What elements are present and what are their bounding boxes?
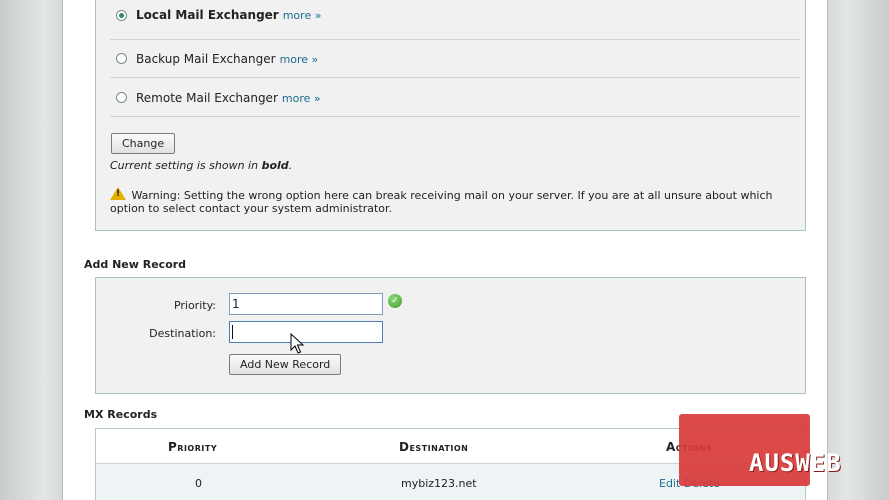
option-local-mail-exchanger[interactable]: Local Mail Exchanger more » bbox=[110, 2, 800, 40]
left-gutter bbox=[0, 0, 62, 500]
text-caret bbox=[232, 325, 233, 339]
column-destination[interactable]: Destination bbox=[399, 440, 468, 454]
change-button[interactable]: Change bbox=[111, 133, 176, 154]
option-remote-mail-exchanger[interactable]: Remote Mail Exchanger more » bbox=[110, 79, 800, 117]
ausweb-logo-text: AUSWEB bbox=[749, 449, 842, 477]
mx-records-title: MX Records bbox=[84, 408, 158, 421]
option-backup-mail-exchanger[interactable]: Backup Mail Exchanger more » bbox=[110, 40, 800, 78]
radio-local-mail-exchanger[interactable] bbox=[116, 10, 127, 21]
warning-icon bbox=[110, 187, 126, 201]
add-record-title: Add New Record bbox=[84, 258, 187, 271]
priority-input[interactable] bbox=[229, 293, 383, 315]
more-link[interactable]: more » bbox=[280, 53, 319, 66]
add-new-record-button[interactable]: Add New Record bbox=[229, 354, 342, 375]
warning-message: Warning: Setting the wrong option here c… bbox=[110, 187, 790, 215]
destination-label: Destination: bbox=[149, 327, 216, 340]
priority-label: Priority: bbox=[173, 299, 216, 312]
right-gutter bbox=[828, 0, 889, 500]
row-destination: mybiz123.net bbox=[401, 477, 477, 490]
edit-link[interactable]: Edit bbox=[659, 477, 680, 490]
check-valid-icon: ✓ bbox=[388, 294, 402, 308]
current-setting-note: Current setting is shown in bold. bbox=[110, 159, 293, 172]
more-link[interactable]: more » bbox=[283, 9, 322, 22]
radio-backup-mail-exchanger[interactable] bbox=[116, 53, 127, 64]
option-label: Remote Mail Exchanger more » bbox=[136, 91, 321, 105]
option-label: Local Mail Exchanger more » bbox=[136, 8, 322, 22]
mouse-pointer-icon bbox=[290, 333, 304, 354]
add-record-form: Priority: ✓ Destination: Add New Record bbox=[95, 277, 806, 394]
email-routing-panel: Local Mail Exchanger more » Backup Mail E… bbox=[95, 0, 806, 231]
column-priority[interactable]: Priority bbox=[168, 440, 217, 454]
radio-remote-mail-exchanger[interactable] bbox=[116, 92, 127, 103]
destination-input[interactable] bbox=[229, 321, 383, 343]
row-priority: 0 bbox=[195, 477, 202, 490]
option-label: Backup Mail Exchanger more » bbox=[136, 52, 319, 66]
more-link[interactable]: more » bbox=[282, 92, 321, 105]
